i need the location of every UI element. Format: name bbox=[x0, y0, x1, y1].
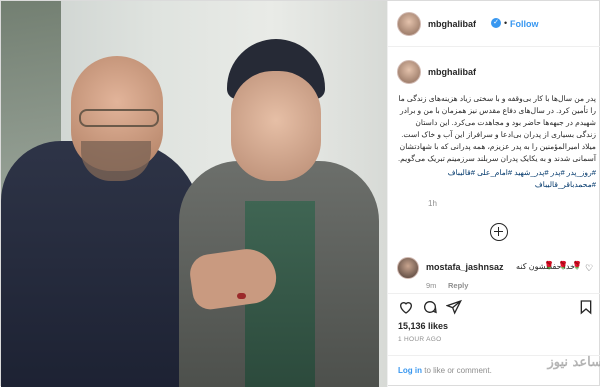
comment-rose-emojis: 🌹 🌹 🌹 bbox=[544, 261, 584, 270]
author-username[interactable]: mbghalibaf bbox=[428, 19, 476, 29]
comment-like-heart-icon[interactable]: ♡ bbox=[585, 263, 593, 274]
login-footer: Log in to like or comment. ساعد نیوز bbox=[388, 355, 600, 387]
load-more-comments-icon[interactable] bbox=[490, 223, 508, 241]
comment-item: mostafa_jashnsaz خدا حفظشون کنه 🌹 🌹 🌹 ♡ … bbox=[388, 253, 600, 293]
author-avatar[interactable] bbox=[397, 12, 421, 36]
caption-hashtags[interactable]: #روز_پدر #پدر #پدر_شهید #امام_علی #قالیب… bbox=[394, 167, 596, 191]
likes-count[interactable]: 15,136 likes bbox=[398, 321, 448, 331]
caption-avatar[interactable] bbox=[397, 60, 421, 84]
saed-news-watermark-logo: ساعد نیوز bbox=[547, 355, 600, 370]
caption-username[interactable]: mbghalibaf bbox=[428, 67, 476, 77]
post-header: mbghalibaf ✓ • Follow bbox=[388, 1, 600, 47]
login-prompt: Log in to like or comment. bbox=[398, 366, 492, 375]
action-bar bbox=[388, 293, 600, 319]
save-bookmark-icon[interactable] bbox=[578, 299, 594, 315]
like-heart-icon[interactable] bbox=[398, 299, 414, 315]
photo-person-right-head bbox=[231, 71, 321, 181]
post-date: 1 HOUR AGO bbox=[398, 336, 442, 343]
caption-time: 1h bbox=[428, 199, 437, 208]
separator-dot: • bbox=[504, 18, 508, 28]
instagram-post-frame: mbghalibaf ✓ • Follow mbghalibaf پدر من … bbox=[0, 0, 600, 387]
photo-ring bbox=[237, 293, 246, 299]
commenter-avatar[interactable] bbox=[397, 257, 419, 279]
verified-badge-icon: ✓ bbox=[491, 18, 501, 28]
caption-block: mbghalibaf پدر من سال‌ها با کار بی‌وقفه … bbox=[388, 47, 600, 222]
caption-text: پدر من سال‌ها با کار بی‌وقفه و با سختی ز… bbox=[398, 94, 596, 163]
commenter-username[interactable]: mostafa_jashnsaz bbox=[426, 262, 504, 272]
reply-button[interactable]: Reply bbox=[448, 281, 468, 290]
login-prompt-text: to like or comment. bbox=[422, 366, 492, 375]
login-link[interactable]: Log in bbox=[398, 366, 422, 375]
post-photo[interactable] bbox=[1, 1, 387, 387]
photo-glasses bbox=[79, 109, 159, 127]
post-side-panel: mbghalibaf ✓ • Follow mbghalibaf پدر من … bbox=[387, 1, 600, 387]
comment-bubble-icon[interactable] bbox=[422, 299, 438, 315]
follow-button[interactable]: Follow bbox=[510, 19, 539, 29]
share-paper-plane-icon[interactable] bbox=[445, 299, 462, 315]
comment-time: 9m bbox=[426, 281, 437, 290]
